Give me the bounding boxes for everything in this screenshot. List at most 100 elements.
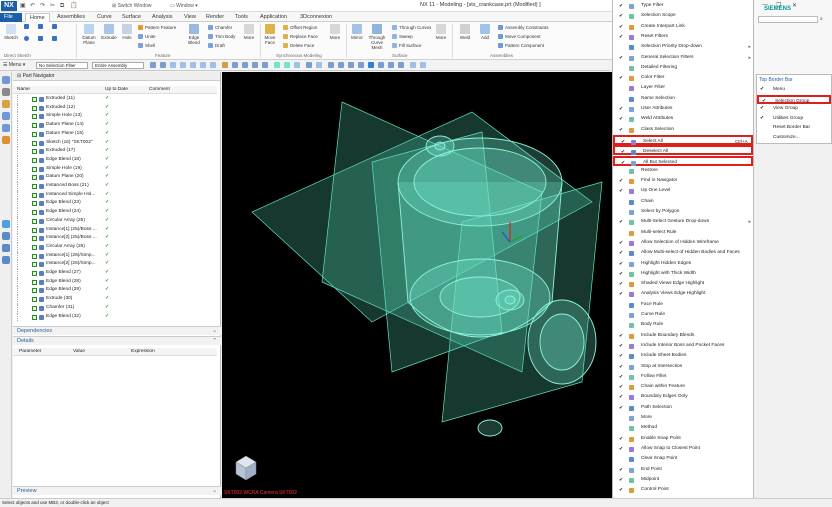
visibility-checkbox[interactable]	[32, 314, 37, 320]
table-row[interactable]: Extruded (17) ✓	[13, 147, 217, 156]
visibility-checkbox[interactable]	[32, 201, 37, 207]
save-icon[interactable]: ▣	[20, 1, 26, 11]
menu-item[interactable]: ✔ Include Sheet Bodies	[613, 351, 753, 361]
add-button[interactable]: Add	[478, 24, 492, 40]
menu-item[interactable]: ✔ Allow Selection of Hidden Wireframe	[613, 238, 753, 248]
tab-surface[interactable]: Surface	[118, 13, 145, 22]
visibility-checkbox[interactable]	[32, 105, 37, 111]
visibility-checkbox[interactable]	[32, 218, 37, 224]
menu-item[interactable]: ✔ Allow Snap to Closest Point	[613, 444, 753, 454]
history-icon[interactable]	[2, 220, 10, 228]
table-row[interactable]: Edge Blend (32) ✓	[13, 312, 217, 322]
pattern-component-button[interactable]: Pattern Component	[498, 43, 544, 49]
menu-item[interactable]: ✔ Shaded Views Edge Highlight	[613, 279, 753, 289]
process-studio-icon[interactable]	[2, 244, 10, 252]
more-surface-button[interactable]: More	[434, 24, 448, 40]
circle-tool[interactable]	[24, 36, 31, 42]
edges-icon[interactable]	[180, 62, 186, 68]
submenu-item[interactable]: ✔ Selection Group	[757, 94, 831, 104]
menu-item[interactable]: ✔ Create Interpart Link	[613, 22, 753, 32]
table-row[interactable]: Circular Array (26) ✓	[13, 242, 217, 252]
snap-end-icon[interactable]	[328, 62, 334, 68]
rectangle-tool[interactable]	[52, 24, 59, 30]
move-face-button[interactable]: Move Face	[262, 24, 278, 45]
menu-item[interactable]: ✔ Highlight Hidden Edges	[613, 259, 753, 269]
menu-item[interactable]: Chain	[613, 197, 753, 207]
table-row[interactable]: Edge Blend (18) ✓	[13, 155, 217, 165]
table-row[interactable]: Extruded (11) ✓	[13, 95, 217, 104]
menu-item[interactable]: Name Selection	[613, 94, 753, 104]
tab-tools[interactable]: Tools	[231, 13, 252, 22]
tab-view[interactable]: View	[180, 13, 200, 22]
bodies-icon[interactable]	[210, 62, 216, 68]
section-view-icon[interactable]	[306, 62, 312, 68]
menu-item[interactable]: Select by Polygon	[613, 207, 753, 217]
submenu-item[interactable]: Customize...	[757, 133, 831, 142]
menu-item[interactable]: ✔ Include Interior Boss and Pocket Faces	[613, 341, 753, 351]
command-finder-input[interactable]	[758, 16, 818, 23]
table-row[interactable]: Instanced Boss (21) ✓	[13, 182, 217, 191]
system-materials-icon[interactable]	[2, 232, 10, 240]
menu-item[interactable]: ✔ Boundary Edges Only	[613, 392, 753, 402]
menu-item[interactable]: ✔ Highlight with Thick Width	[613, 269, 753, 279]
submenu-item[interactable]: ✔ Utilities Group	[757, 114, 831, 123]
orient-icon[interactable]	[294, 62, 300, 68]
submenu-item[interactable]: Reset Border Bar	[757, 123, 831, 132]
hole-button[interactable]: Hole	[120, 24, 134, 40]
search-icon[interactable]: ⌕	[820, 16, 823, 22]
menu-item[interactable]: ✔ Stop at Intersection	[613, 362, 753, 372]
cut-icon[interactable]: ✂	[50, 1, 55, 11]
menu-item[interactable]: ✔ Path Selection	[613, 403, 753, 413]
table-row[interactable]: Extrude (30) ✓	[13, 295, 217, 304]
wireframe-icon[interactable]	[284, 62, 290, 68]
filter-icon[interactable]	[160, 62, 166, 68]
visibility-checkbox[interactable]	[32, 271, 37, 276]
move-component-button[interactable]: Move Component	[498, 34, 541, 40]
weld-button[interactable]: Weld	[455, 24, 475, 40]
assembly-navigator-icon[interactable]	[2, 88, 10, 96]
column-comment[interactable]: Comment	[149, 87, 170, 92]
datum-plane-button[interactable]: Datum Plane	[80, 24, 98, 45]
menu-item[interactable]: ✔ Up One Level	[613, 186, 753, 196]
menu-item[interactable]: Curve Rule	[613, 310, 753, 320]
table-row[interactable]: Edge Blend (29) ✓	[13, 286, 217, 296]
snap-mid-icon[interactable]	[338, 62, 344, 68]
menu-item[interactable]: ✔ Select All Ctrl+A	[613, 134, 753, 146]
menu-item[interactable]: ✔ Chain within Feature	[613, 382, 753, 392]
wcs-icon[interactable]	[420, 62, 426, 68]
line-tool[interactable]	[24, 24, 31, 30]
table-row[interactable]: Simple Hole (13) ✓	[13, 112, 217, 122]
snap-intersect-icon[interactable]	[378, 62, 384, 68]
menu-item[interactable]: ✔ Type Filter	[613, 1, 753, 11]
menu-item[interactable]: Restore	[613, 166, 753, 176]
pattern-feature-button[interactable]: Pattern Feature	[138, 25, 176, 31]
column-value[interactable]: Value	[73, 349, 85, 354]
hd3d-tools-icon[interactable]	[2, 124, 10, 132]
menu-item[interactable]: ✔ Midpoint	[613, 475, 753, 485]
window-button[interactable]: ▭ Window ▾	[170, 1, 198, 11]
unite-button[interactable]: Unite	[138, 34, 156, 40]
menu-item[interactable]: ✔ Allow Multi-select of Hidden Bodies and…	[613, 248, 753, 258]
dependencies-section[interactable]: Dependencies ⌄	[13, 326, 221, 335]
table-row[interactable]: Sketch (16) "SKT002" ✓	[13, 138, 217, 148]
visibility-checkbox[interactable]	[32, 97, 37, 102]
table-row[interactable]: Edge Blend (28) ✓	[13, 277, 217, 287]
details-section[interactable]: Details ⌃	[13, 336, 221, 345]
sweep-button[interactable]: Sweep	[392, 34, 413, 40]
visibility-checkbox[interactable]	[32, 210, 37, 216]
paste-icon[interactable]: 📋	[70, 1, 77, 11]
table-row[interactable]: Chamfer (31) ✓	[13, 303, 217, 313]
show-hide-icon[interactable]	[410, 62, 416, 68]
visibility-checkbox[interactable]	[32, 175, 37, 181]
visibility-checkbox[interactable]	[32, 227, 37, 233]
table-row[interactable]: Datum Plane (15) ✓	[13, 129, 217, 139]
web-browser-icon[interactable]	[2, 136, 10, 144]
menu-item[interactable]: ✔ Deselect All	[613, 145, 753, 156]
sketch-button[interactable]: Sketch	[2, 24, 20, 40]
arc-tool[interactable]	[38, 24, 45, 30]
column-name[interactable]: Name	[17, 87, 30, 92]
extrude-button[interactable]: Extrude	[100, 24, 118, 40]
rotate-icon[interactable]	[252, 62, 258, 68]
roles-icon[interactable]	[2, 256, 10, 264]
snap-face-icon[interactable]	[398, 62, 404, 68]
